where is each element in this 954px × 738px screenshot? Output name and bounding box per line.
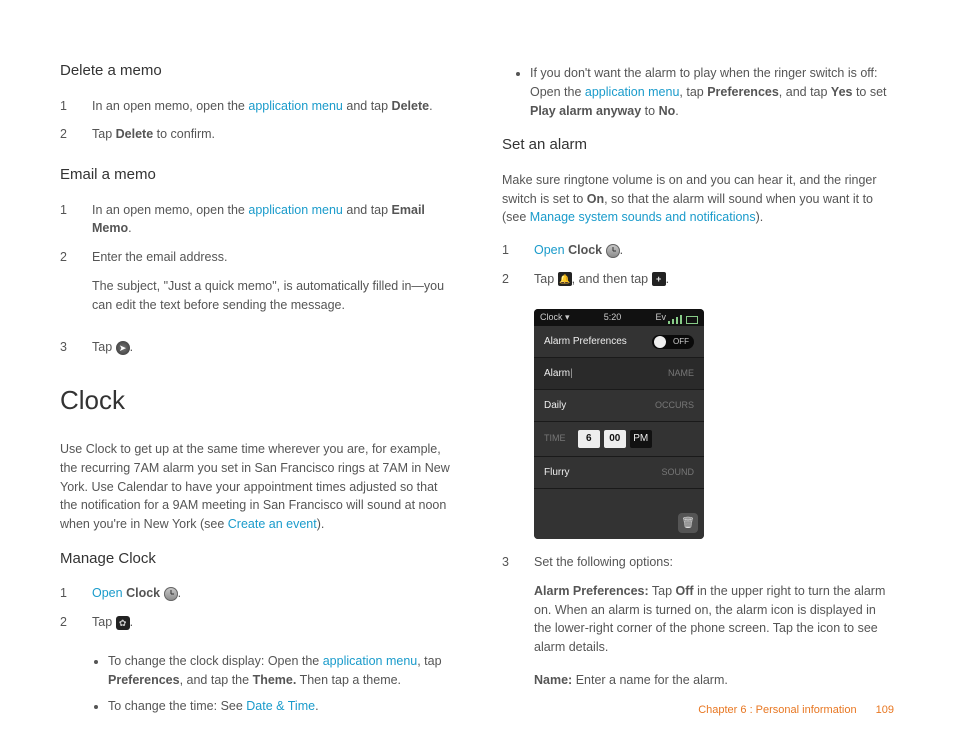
left-column: Delete a memo 1 In an open memo, open th… bbox=[60, 60, 452, 730]
row-alarm-name[interactable]: Alarm| NAME bbox=[534, 358, 704, 390]
clock-intro: Use Clock to get up at the same time whe… bbox=[60, 440, 452, 534]
bullet-change-display: To change the clock display: Open the ap… bbox=[108, 652, 452, 690]
row-occurs[interactable]: Daily OCCURS bbox=[534, 390, 704, 422]
link-open[interactable]: Open bbox=[92, 586, 123, 600]
steps-manage-clock: 1 Open Clock . 2 Tap ✿. bbox=[60, 584, 452, 632]
bullet-change-time: To change the time: See Date & Time. bbox=[108, 697, 452, 716]
heading-clock: Clock bbox=[60, 381, 452, 420]
phone-screenshot: Clock ▾ 5:20 Ev Alarm Preferences OFF Al bbox=[534, 309, 704, 540]
link-application-menu[interactable]: application menu bbox=[323, 654, 418, 668]
send-icon: ➤ bbox=[116, 341, 130, 355]
footer-chapter: Chapter 6 : Personal information bbox=[698, 704, 856, 716]
bullet-ringer-switch: If you don't want the alarm to play when… bbox=[530, 64, 894, 120]
link-application-menu[interactable]: application menu bbox=[248, 99, 343, 113]
row-sound[interactable]: Flurry SOUND bbox=[534, 457, 704, 489]
set-alarm-intro: Make sure ringtone volume is on and you … bbox=[502, 171, 894, 227]
row-time[interactable]: TIME 6 00 PM bbox=[534, 422, 704, 457]
heading-set-alarm: Set an alarm bbox=[502, 134, 894, 157]
link-date-time[interactable]: Date & Time bbox=[246, 699, 315, 713]
plus-icon: + bbox=[652, 272, 666, 286]
steps-delete-memo: 1 In an open memo, open the application … bbox=[60, 97, 452, 145]
phone-status-bar: Clock ▾ 5:20 Ev bbox=[534, 309, 704, 327]
link-open[interactable]: Open bbox=[534, 243, 565, 257]
toggle-alarm[interactable]: OFF bbox=[652, 335, 694, 349]
link-application-menu[interactable]: application menu bbox=[585, 85, 680, 99]
footer-page-number: 109 bbox=[876, 704, 894, 716]
gear-icon: ✿ bbox=[116, 616, 130, 630]
row-alarm-preferences: Alarm Preferences OFF bbox=[534, 326, 704, 358]
clock-icon bbox=[164, 587, 178, 601]
heading-manage-clock: Manage Clock bbox=[60, 548, 452, 571]
link-manage-sounds[interactable]: Manage system sounds and notifications bbox=[530, 210, 756, 224]
steps-set-alarm: 1 Open Clock . 2 Tap 🔔, and then tap +. bbox=[502, 241, 894, 289]
trash-icon[interactable]: 🗑 bbox=[678, 513, 698, 533]
steps-email-memo: 1 In an open memo, open the application … bbox=[60, 201, 452, 358]
steps-set-alarm-cont: 3 Set the following options: Alarm Prefe… bbox=[502, 553, 894, 704]
page-footer: Chapter 6 : Personal information 109 bbox=[698, 702, 894, 719]
heading-delete-memo: Delete a memo bbox=[60, 60, 452, 83]
battery-icon bbox=[686, 316, 698, 324]
right-column: If you don't want the alarm to play when… bbox=[502, 60, 894, 730]
link-create-event[interactable]: Create an event bbox=[228, 517, 317, 531]
link-application-menu[interactable]: application menu bbox=[248, 203, 343, 217]
bell-icon: 🔔 bbox=[558, 272, 572, 286]
clock-icon bbox=[606, 244, 620, 258]
heading-email-memo: Email a memo bbox=[60, 164, 452, 187]
